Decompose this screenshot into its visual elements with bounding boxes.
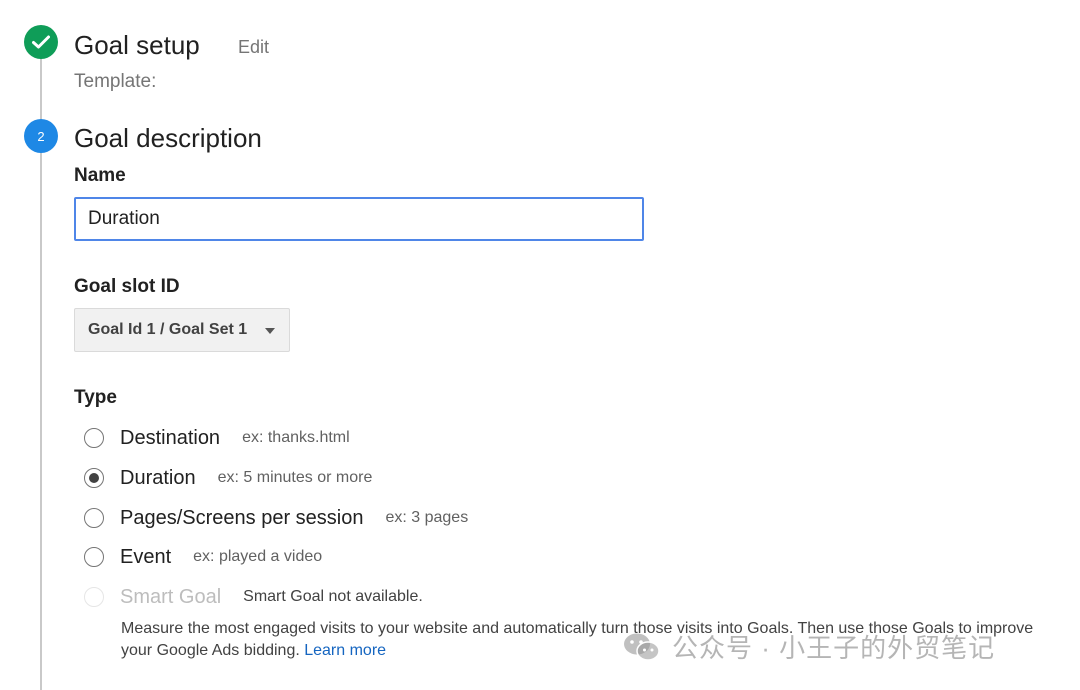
type-option-label: Duration — [120, 466, 196, 489]
radio-smart-goal-disabled — [84, 587, 104, 607]
step-complete-check-icon — [24, 25, 58, 59]
type-option-example: ex: played a video — [193, 548, 323, 565]
type-option-example: ex: 3 pages — [385, 509, 469, 526]
wechat-watermark: 公众号 · 小王子的外贸笔记 — [622, 628, 995, 665]
goal-wizard: Goal setup Edit Template: 2 Goal descrip… — [0, 0, 1080, 690]
type-option-label: Pages/Screens per session — [120, 506, 364, 529]
radio-destination[interactable] — [84, 428, 104, 448]
goal-description-heading: Goal description — [74, 123, 262, 153]
edit-goal-setup-link[interactable]: Edit — [238, 37, 269, 58]
goal-name-input[interactable] — [74, 197, 644, 241]
type-label: Type — [74, 387, 117, 408]
radio-pages-screens[interactable] — [84, 508, 104, 528]
goal-slot-label: Goal slot ID — [74, 276, 180, 297]
type-option-destination[interactable]: Destination ex: thanks.html — [84, 425, 350, 451]
wechat-icon — [624, 633, 660, 661]
type-option-smart-goal: Smart Goal Smart Goal not available. — [84, 584, 423, 610]
radio-event[interactable] — [84, 547, 104, 567]
watermark-text: 公众号 · 小王子的外贸笔记 — [672, 633, 996, 663]
type-option-pages-screens[interactable]: Pages/Screens per session ex: 3 pages — [84, 505, 468, 531]
type-option-example: ex: thanks.html — [242, 429, 350, 446]
chevron-down-icon — [265, 328, 275, 334]
goal-slot-dropdown[interactable]: Goal Id 1 / Goal Set 1 — [74, 308, 290, 352]
goal-slot-selected-value: Goal Id 1 / Goal Set 1 — [88, 321, 248, 338]
type-option-duration[interactable]: Duration ex: 5 minutes or more — [84, 465, 372, 491]
radio-duration[interactable] — [84, 468, 104, 488]
type-option-example: Smart Goal not available. — [243, 588, 423, 605]
type-option-label: Event — [120, 545, 172, 568]
step-number-badge: 2 — [24, 119, 58, 153]
type-option-event[interactable]: Event ex: played a video — [84, 544, 322, 570]
learn-more-link[interactable]: Learn more — [304, 642, 386, 659]
type-option-label: Destination — [120, 426, 221, 449]
goal-setup-heading: Goal setup — [74, 30, 200, 60]
name-field-label: Name — [74, 165, 126, 186]
type-option-example: ex: 5 minutes or more — [217, 469, 373, 486]
type-option-label: Smart Goal — [120, 585, 222, 608]
template-label: Template: — [74, 71, 157, 92]
